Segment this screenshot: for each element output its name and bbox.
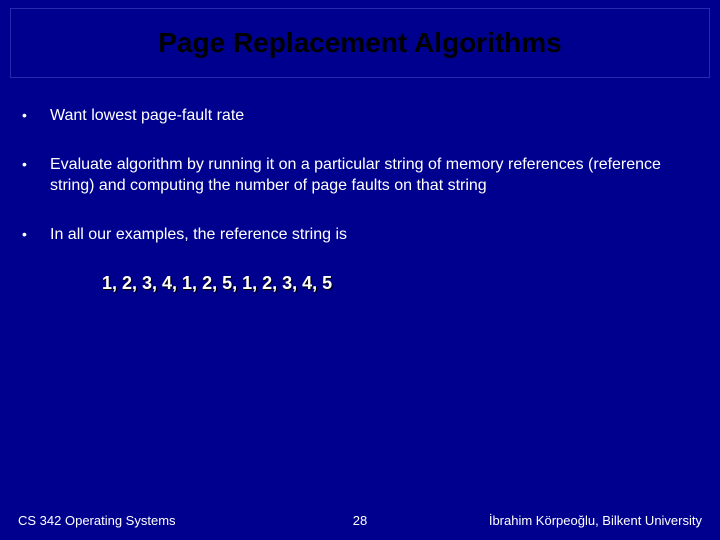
- title-container: Page Replacement Algorithms: [10, 8, 710, 78]
- footer-course: CS 342 Operating Systems: [18, 513, 176, 528]
- bullet-item: • Evaluate algorithm by running it on a …: [22, 154, 698, 196]
- footer-author: İbrahim Körpeoğlu, Bilkent University: [489, 513, 702, 528]
- bullet-text: Evaluate algorithm by running it on a pa…: [50, 154, 698, 196]
- bullet-marker: •: [22, 224, 50, 244]
- bullet-text: In all our examples, the reference strin…: [50, 224, 698, 245]
- reference-string: 1, 2, 3, 4, 1, 2, 5, 1, 2, 3, 4, 5: [102, 273, 698, 294]
- footer-page-number: 28: [353, 513, 367, 528]
- bullet-text: Want lowest page-fault rate: [50, 105, 698, 126]
- slide-title: Page Replacement Algorithms: [158, 27, 562, 59]
- bullet-marker: •: [22, 105, 50, 125]
- bullet-item: • Want lowest page-fault rate: [22, 105, 698, 126]
- bullet-item: • In all our examples, the reference str…: [22, 224, 698, 245]
- slide-content: • Want lowest page-fault rate • Evaluate…: [22, 105, 698, 294]
- bullet-marker: •: [22, 154, 50, 174]
- slide-footer: CS 342 Operating Systems 28 İbrahim Körp…: [18, 513, 702, 528]
